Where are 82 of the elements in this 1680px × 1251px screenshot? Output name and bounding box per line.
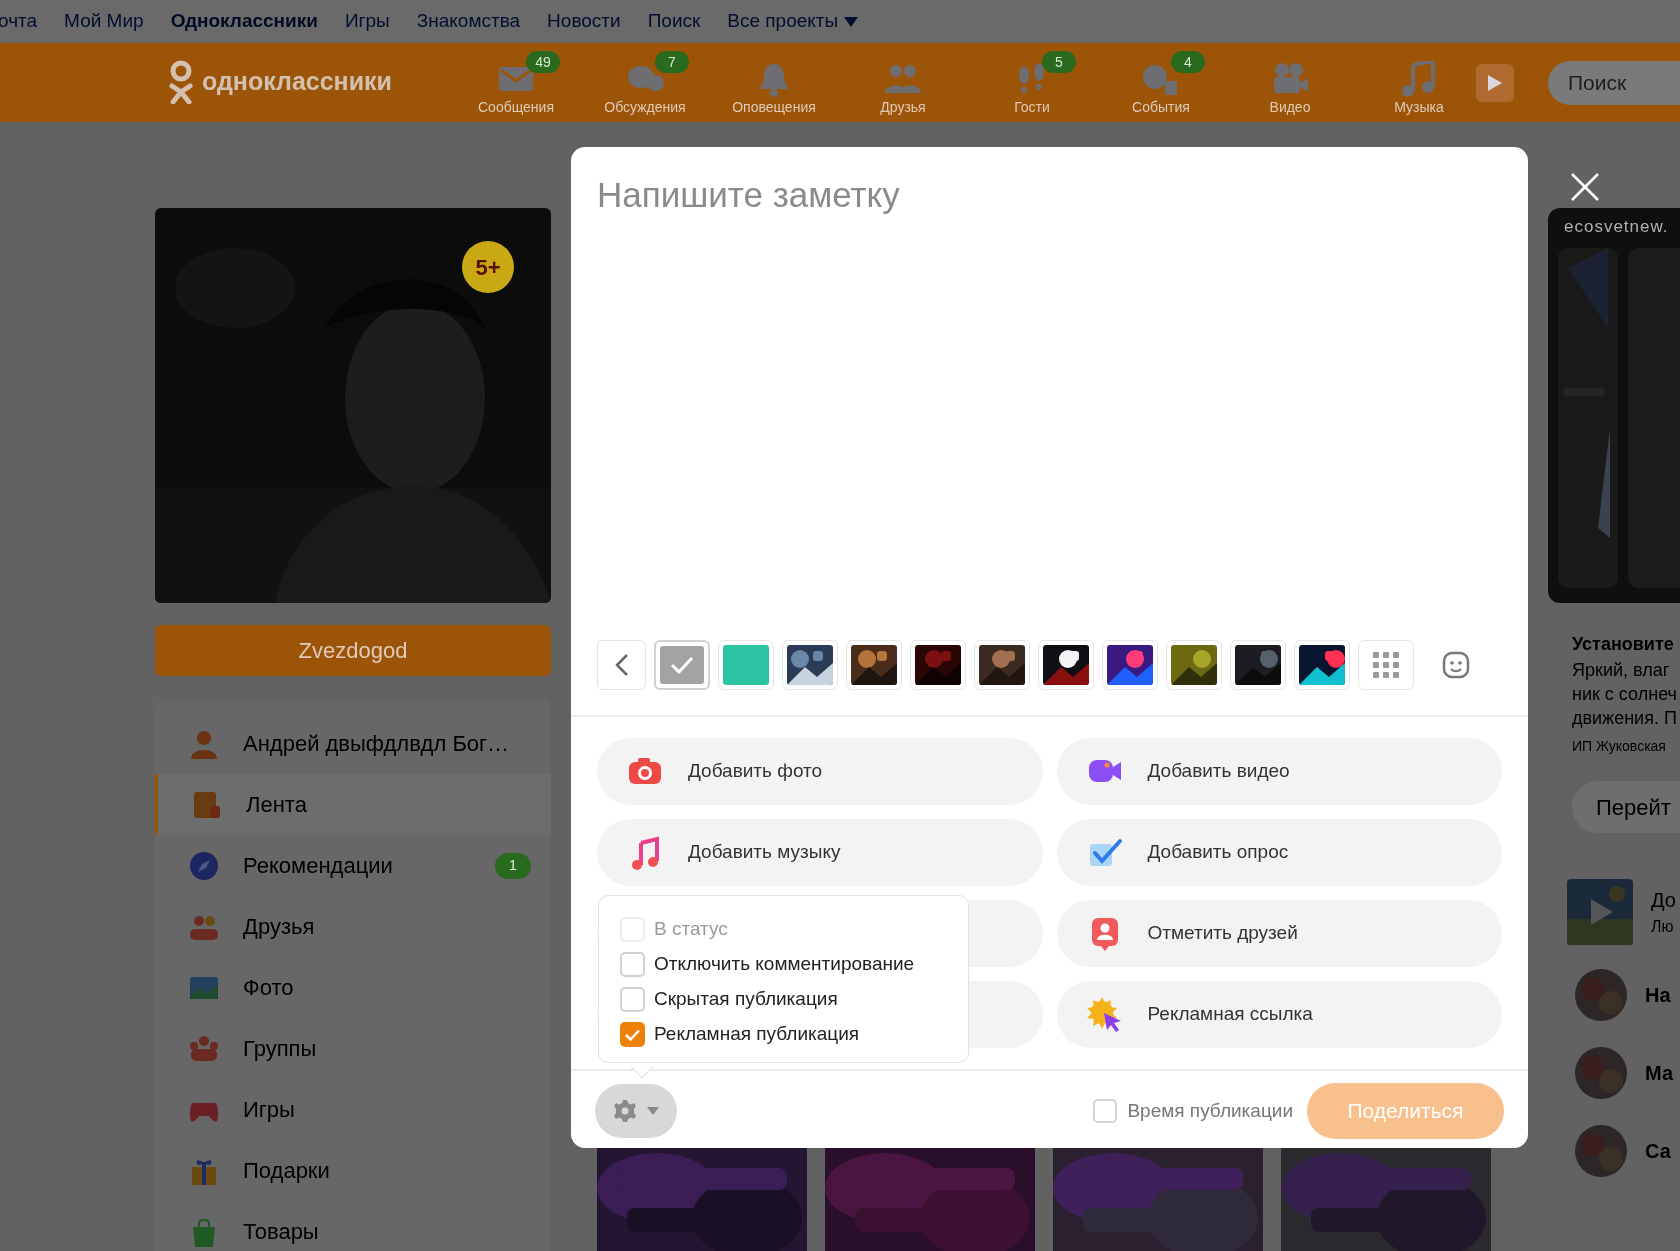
- sidebar-item[interactable]: Андрей двыфдлвдл Бог…: [155, 713, 551, 774]
- background-option[interactable]: [782, 640, 838, 690]
- nav-item[interactable]: События 4: [1111, 51, 1211, 117]
- settings-icon: [613, 1099, 637, 1123]
- profile-name-button[interactable]: Zvezdogod: [155, 625, 551, 676]
- count-badge: 1: [495, 852, 531, 879]
- sidebar-item[interactable]: Фото: [155, 957, 551, 1018]
- item-title: До: [1651, 888, 1676, 913]
- person-icon: [189, 728, 219, 759]
- schedule-checkbox[interactable]: Время публикации: [1093, 1096, 1293, 1126]
- top-link[interactable]: Одноклассники: [170, 7, 318, 36]
- background-option[interactable]: [974, 640, 1030, 690]
- count-badge: 4: [1171, 51, 1205, 73]
- top-link[interactable]: Знакомства: [416, 7, 521, 36]
- item-title: Ма: [1645, 1061, 1674, 1086]
- background-option[interactable]: [846, 640, 902, 690]
- logo-text: одноклассники: [202, 66, 392, 98]
- ad-text: Яркий, влаг: [1572, 659, 1671, 682]
- sidebar-item[interactable]: Рекомендации 1: [155, 835, 551, 896]
- previous-button[interactable]: [597, 640, 646, 690]
- top-link[interactable]: Игры: [344, 7, 390, 36]
- top-link[interactable]: Мой Мир: [64, 7, 144, 36]
- play-button[interactable]: [1476, 64, 1514, 102]
- item-title: Са: [1645, 1139, 1671, 1164]
- compass-icon: [189, 850, 219, 881]
- nav-item[interactable]: Сообщения 49: [466, 51, 566, 117]
- go-button[interactable]: Перейт: [1572, 781, 1680, 833]
- caret-icon: [647, 1107, 659, 1115]
- top-link[interactable]: Новости: [547, 7, 621, 36]
- action-button[interactable]: Отметить друзей: [1056, 900, 1502, 967]
- document-icon: [192, 789, 222, 820]
- background-option[interactable]: [1230, 640, 1286, 690]
- more-backgrounds-button[interactable]: [1358, 640, 1414, 690]
- settings-button[interactable]: [595, 1084, 677, 1138]
- ad-text: ник с солнеч: [1572, 683, 1678, 706]
- top-link[interactable]: Все проекты: [727, 7, 859, 36]
- nav-item[interactable]: Музыка: [1369, 51, 1469, 117]
- grid-icon: [1373, 652, 1399, 678]
- domain-label: ecosvetnew.: [1564, 216, 1669, 238]
- background-option[interactable]: [1102, 640, 1158, 690]
- background-option[interactable]: [1294, 640, 1350, 690]
- option-checkbox[interactable]: Рекламная публикация: [620, 1019, 947, 1050]
- ad-text: движения. П: [1572, 707, 1678, 730]
- search-field[interactable]: Поиск: [1548, 61, 1680, 105]
- group-icon: [189, 1033, 219, 1064]
- background-option[interactable]: [1166, 640, 1222, 690]
- check-icon: [670, 656, 694, 674]
- note-input[interactable]: Напишите заметку: [597, 173, 1502, 623]
- action-button[interactable]: Добавить фото: [597, 738, 1043, 805]
- count-badge: 7: [655, 51, 689, 73]
- item-title: На: [1645, 983, 1671, 1008]
- sidebar-item[interactable]: Игры: [155, 1079, 551, 1140]
- action-button[interactable]: Добавить музыку: [597, 819, 1043, 886]
- nav-item[interactable]: Оповещения: [724, 51, 824, 117]
- play-icon: [1488, 75, 1502, 91]
- sidebar-item[interactable]: Товары: [155, 1201, 551, 1251]
- background-option[interactable]: [910, 640, 966, 690]
- action-button[interactable]: Рекламная ссылка: [1056, 981, 1502, 1048]
- nav-item[interactable]: Гости 5: [982, 51, 1082, 117]
- action-button[interactable]: Добавить видео: [1056, 738, 1502, 805]
- action-button[interactable]: Добавить опрос: [1056, 819, 1502, 886]
- sidebar-item[interactable]: Группы: [155, 1018, 551, 1079]
- logo-icon: [168, 60, 194, 104]
- count-badge: 49: [526, 51, 560, 73]
- sidebar-item[interactable]: Друзья: [155, 896, 551, 957]
- nav-item[interactable]: Видео: [1240, 51, 1340, 117]
- option-checkbox[interactable]: Отключить комментирование: [620, 949, 947, 980]
- item-subtitle: Лю: [1651, 917, 1675, 937]
- background-option[interactable]: [1038, 640, 1094, 690]
- advertiser-label: ИП Жуковская: [1572, 737, 1667, 756]
- nav-item[interactable]: Друзья: [853, 51, 953, 117]
- nav-item[interactable]: Обсуждения 7: [595, 51, 695, 117]
- ad-title: Установите: [1572, 633, 1675, 656]
- cursor-burst-icon: [1086, 996, 1123, 1033]
- sidebar-item[interactable]: Подарки: [155, 1140, 551, 1201]
- count-badge: 5: [1042, 51, 1076, 73]
- sidebar-item[interactable]: Лента: [155, 774, 551, 835]
- top-link[interactable]: Поиск: [647, 7, 701, 36]
- chevron-left-icon: [614, 653, 629, 677]
- smiley-icon: [1442, 651, 1470, 679]
- check-icon: [625, 1028, 640, 1041]
- option-checkbox[interactable]: Скрытая публикация: [620, 984, 947, 1015]
